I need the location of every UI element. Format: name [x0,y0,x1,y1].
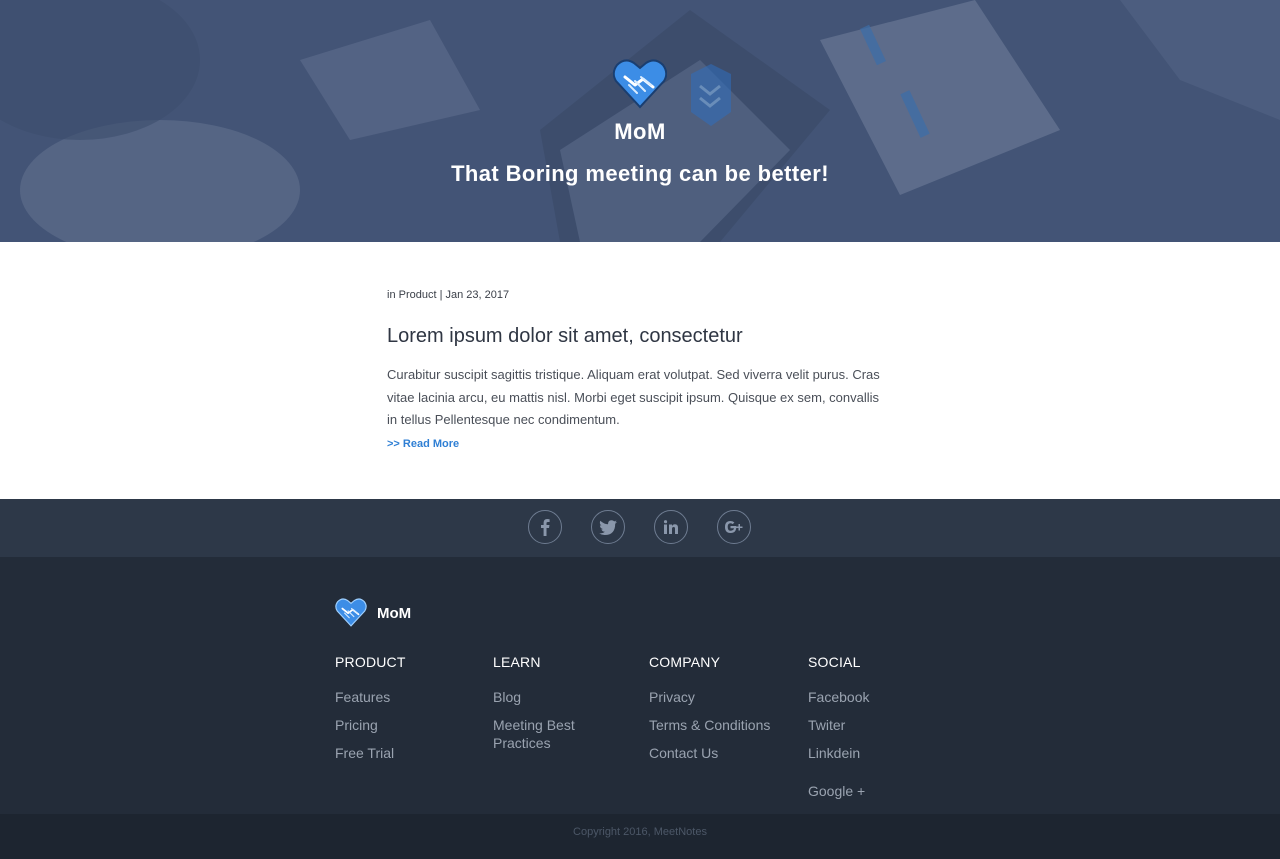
footer-column-company: COMPANY Privacy Terms & Conditions Conta… [649,654,770,772]
footer-link-linkedin[interactable]: Linkdein [808,744,869,762]
footer-column-product: PRODUCT Features Pricing Free Trial [335,654,406,772]
blog-post: in Product | Jan 23, 2017 Lorem ipsum do… [387,289,887,452]
footer-link-google-plus[interactable]: Google + [808,782,869,800]
footer-logo-icon [335,598,367,627]
footer-heading: SOCIAL [808,654,861,670]
footer-column-social: SOCIAL Facebook Twiter Linkdein Google + [808,654,869,810]
footer-link-privacy[interactable]: Privacy [649,688,770,706]
footer-link-pricing[interactable]: Pricing [335,716,406,734]
copyright-bar: Copyright 2016, MeetNotes [0,814,1280,859]
facebook-icon[interactable] [528,510,562,544]
footer-link-free-trial[interactable]: Free Trial [335,744,406,762]
read-more-link[interactable]: >> Read More [387,438,459,450]
footer-heading: PRODUCT [335,654,406,670]
footer-link-features[interactable]: Features [335,688,406,706]
footer-heading: LEARN [493,654,541,670]
copyright-text: Copyright 2016, MeetNotes [573,826,707,838]
google-plus-icon[interactable] [717,510,751,544]
post-title[interactable]: Lorem ipsum dolor sit amet, consectetur [387,325,887,348]
linkedin-icon[interactable] [654,510,688,544]
site-footer: MoM PRODUCT Features Pricing Free Trial … [0,557,1280,814]
hero-banner: MoM That Boring meeting can be better! [0,0,1280,242]
twitter-icon[interactable] [591,510,625,544]
social-bar [0,499,1280,557]
logo-icon [613,59,667,109]
footer-brand-name: MoM [377,605,412,622]
footer-link-facebook[interactable]: Facebook [808,688,869,706]
post-meta: in Product | Jan 23, 2017 [387,289,510,301]
footer-link-twitter[interactable]: Twiter [808,716,869,734]
footer-link-terms[interactable]: Terms & Conditions [649,716,770,734]
footer-link-blog[interactable]: Blog [493,688,613,706]
post-excerpt: Curabitur suscipit sagittis tristique. A… [387,367,880,427]
footer-column-learn: LEARN Blog Meeting Best Practices [493,654,613,762]
footer-link-meeting-best-practices[interactable]: Meeting Best Practices [493,716,613,752]
footer-link-contact-us[interactable]: Contact Us [649,744,770,762]
hero-brand-name: MoM [614,119,666,144]
footer-heading: COMPANY [649,654,721,670]
hero-tagline: That Boring meeting can be better! [451,161,829,186]
